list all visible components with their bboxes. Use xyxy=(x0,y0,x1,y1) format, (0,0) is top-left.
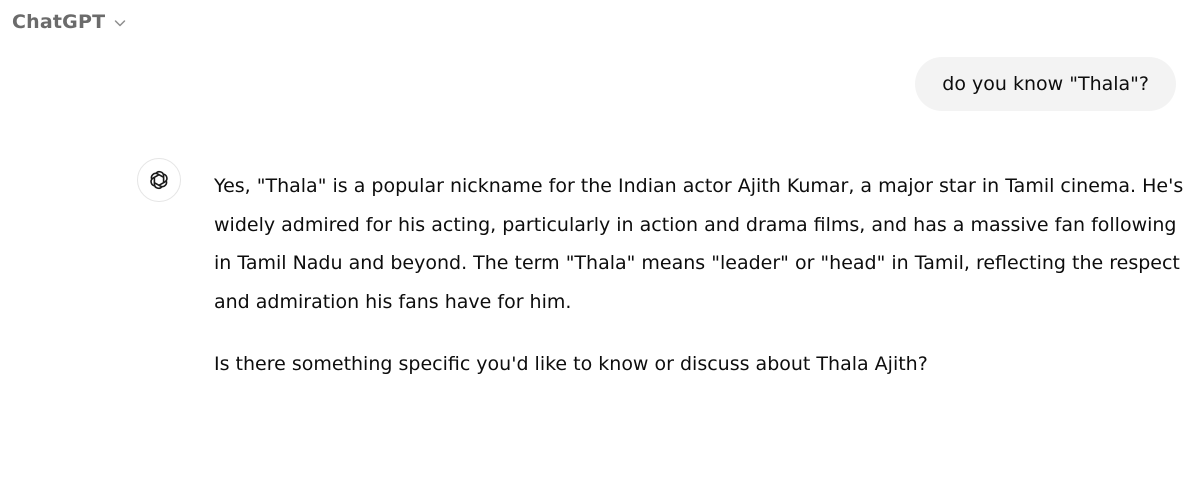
model-name: ChatGPT xyxy=(12,11,106,33)
model-selector[interactable]: ChatGPT xyxy=(12,6,128,38)
assistant-paragraph: Is there something specific you'd like t… xyxy=(214,353,928,375)
openai-logo-icon xyxy=(146,167,172,193)
user-message-bubble: do you know "Thala"? xyxy=(915,57,1176,111)
assistant-paragraph: Yes, "Thala" is a popular nickname for t… xyxy=(214,175,1184,313)
assistant-avatar xyxy=(137,158,181,202)
assistant-message: Yes, "Thala" is a popular nickname for t… xyxy=(214,167,1184,408)
chevron-down-icon xyxy=(112,15,128,31)
chat-window: ChatGPT do you know "Thala"? Yes, "Thala… xyxy=(0,0,1200,496)
user-message-text: do you know "Thala"? xyxy=(942,73,1149,95)
